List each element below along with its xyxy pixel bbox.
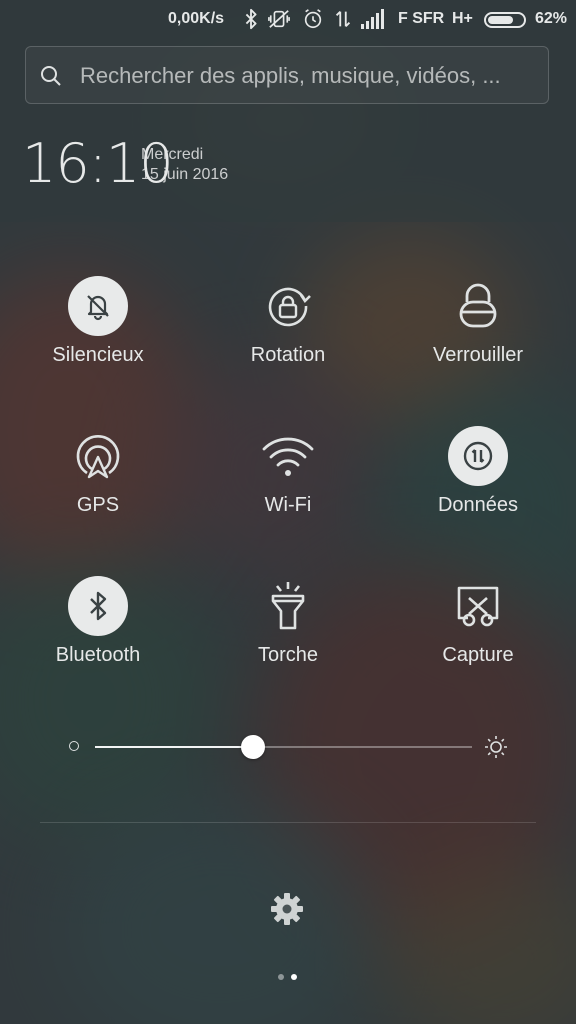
signal-icon: [361, 9, 384, 29]
battery-percentage: 62%: [535, 10, 568, 27]
toggle-circle: [258, 576, 318, 636]
data-transfer-icon: [335, 11, 351, 27]
brightness-thumb[interactable]: [241, 735, 266, 759]
toggle-label: Verrouiller: [432, 344, 524, 366]
toggle-label: Wi-Fi: [264, 494, 312, 516]
toggle-circle: [448, 576, 508, 636]
toggle-capture[interactable]: Capture: [383, 576, 573, 686]
toggle-label: Données: [437, 494, 519, 516]
toggle-circle: [448, 426, 508, 486]
gps-icon: [76, 435, 120, 479]
toggle-label: Rotation: [250, 344, 326, 366]
toggle-circle: [68, 576, 128, 636]
toggle-bluetooth[interactable]: Bluetooth: [3, 576, 193, 686]
screenshot-icon: [457, 586, 499, 627]
bell-off-icon: [87, 295, 109, 321]
search-icon: [41, 66, 61, 86]
bluetooth-icon: [245, 8, 257, 30]
toggle-circle: [68, 426, 128, 486]
toggle-circle: [258, 426, 318, 486]
brightness-high-icon: [485, 736, 507, 758]
clock-date[interactable]: 15 juin 2016: [141, 166, 228, 184]
brightness-fill: [95, 746, 254, 748]
lock-icon: [459, 283, 497, 328]
alarm-icon: [304, 9, 322, 29]
toggle-silencieux[interactable]: Silencieux: [3, 276, 193, 386]
toggle-label: Torche: [257, 644, 319, 666]
toggle-circle: [68, 276, 128, 336]
search-bar[interactable]: [25, 46, 549, 104]
rotation-lock-icon: [268, 287, 311, 327]
search-input[interactable]: [78, 55, 542, 97]
clock-day: Mercredi: [141, 146, 204, 163]
toggle-torche[interactable]: Torche: [193, 576, 383, 686]
toggle-label: Bluetooth: [55, 644, 141, 666]
toggle-label: GPS: [76, 494, 120, 516]
network-type: H+: [452, 10, 473, 27]
battery-icon: [484, 12, 526, 28]
toggle-circle: [258, 276, 318, 336]
toggle-label: Capture: [442, 644, 514, 666]
status-bar: 0,00K/s F SFR H+ 62%: [0, 0, 576, 40]
carrier-name: F SFR: [398, 10, 445, 27]
notification-shade: 0,00K/s F SFR H+ 62% Rechercher des appl…: [0, 0, 576, 1024]
page-indicator-dot: [278, 974, 284, 980]
brightness-slider[interactable]: [95, 735, 472, 759]
data-icon: [463, 441, 493, 471]
toggle-gps[interactable]: GPS: [3, 426, 193, 536]
vibrate-off-icon: [268, 10, 290, 28]
network-speed: 0,00K/s: [168, 10, 225, 27]
toggle-label: Silencieux: [52, 344, 144, 366]
toggle-donnees[interactable]: Données: [383, 426, 573, 536]
flashlight-icon: [271, 582, 305, 630]
bluetooth-icon: [90, 591, 107, 621]
toggle-wifi[interactable]: Wi-Fi: [193, 426, 383, 536]
divider: [40, 822, 536, 823]
toggle-rotation[interactable]: Rotation: [193, 276, 383, 386]
page-indicator-dot-active: [291, 974, 297, 980]
toggle-verrouiller[interactable]: Verrouiller: [383, 276, 573, 386]
wifi-icon: [262, 437, 314, 476]
gear-icon[interactable]: [270, 892, 304, 926]
brightness-low-icon: [69, 741, 79, 751]
toggle-circle: [448, 276, 508, 336]
